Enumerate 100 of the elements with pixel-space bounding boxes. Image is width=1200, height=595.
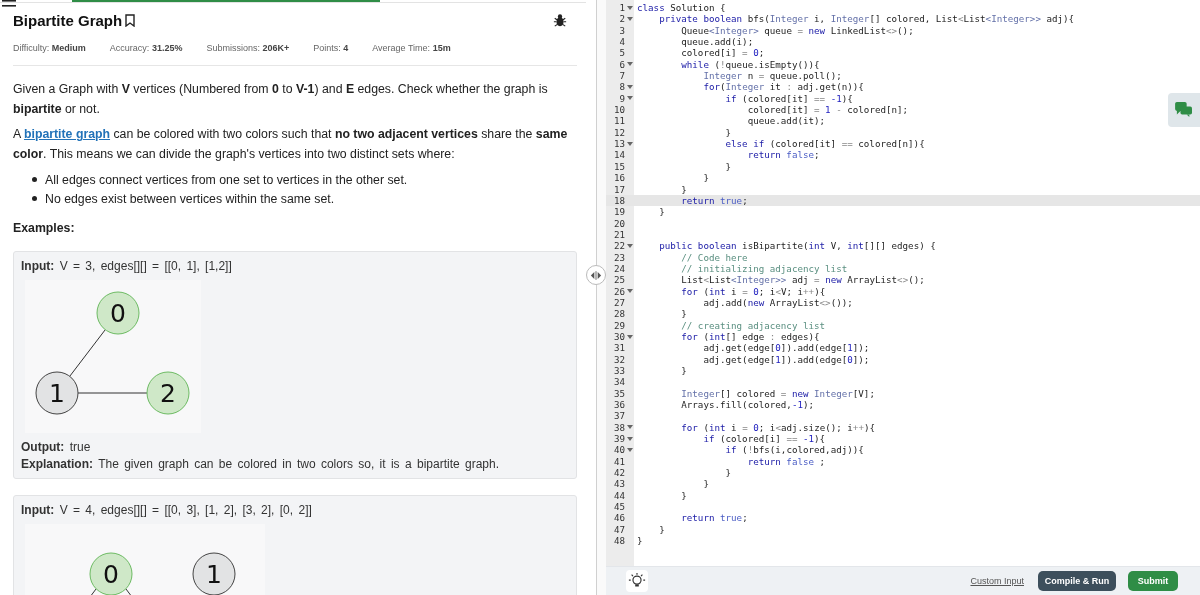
code-line: while (!queue.isEmpty()){ bbox=[680, 58, 820, 71]
code-line: } bbox=[680, 308, 687, 320]
output-text: Output: true bbox=[21, 439, 92, 456]
meta-item: Submissions: 206K+ bbox=[206, 43, 290, 54]
line-number: 45 bbox=[613, 501, 625, 513]
code-line: // initializing adjacency list bbox=[680, 262, 848, 275]
bipartite-graph-link[interactable]: bipartite graph bbox=[23, 127, 111, 141]
line-number: 9 bbox=[619, 92, 625, 105]
code-line: } bbox=[724, 126, 732, 139]
code-line: for (int i = 0; i<V; i++){ bbox=[680, 285, 826, 297]
line-number: 47 bbox=[613, 523, 625, 536]
line-number: 12 bbox=[613, 126, 625, 139]
line-number: 1 bbox=[619, 2, 625, 14]
code-line: } bbox=[702, 478, 709, 490]
code-line: } bbox=[636, 535, 643, 547]
code-line: if (colored[i] == -1){ bbox=[702, 433, 826, 445]
line-number: 38 bbox=[613, 421, 625, 434]
code-line: adj.get(edge[0]).add(edge[1]); bbox=[702, 342, 870, 354]
input-text: Input: V = 4, edges[][] = [[0, 3], [1, 2], [3, 2], [0, 2]] bbox=[21, 502, 313, 519]
code-line: // Code here bbox=[680, 251, 748, 263]
graph-node: 2 bbox=[146, 371, 190, 415]
line-number: 15 bbox=[613, 160, 625, 173]
line-number: 17 bbox=[613, 183, 625, 195]
line-number: 41 bbox=[613, 455, 625, 468]
line-number: 29 bbox=[613, 319, 625, 331]
meta-item: Average Time: 15m bbox=[372, 43, 451, 54]
code-line: queue.add(it); bbox=[746, 115, 826, 127]
graph-node: 0 bbox=[89, 552, 133, 595]
graph-node: 1 bbox=[192, 552, 236, 595]
code-line: adj.add(new ArrayList<>()); bbox=[702, 296, 853, 309]
code-line: class Solution { bbox=[636, 2, 726, 14]
line-number: 33 bbox=[613, 365, 625, 377]
line-number: 6 bbox=[619, 58, 625, 71]
explanation-text: Explanation: The given graph can be colored in two colors so, it is a bipartite graph. bbox=[21, 456, 500, 473]
meta-item: Points: 4 bbox=[313, 43, 349, 54]
line-number: 35 bbox=[613, 387, 625, 400]
line-number: 4 bbox=[619, 36, 625, 48]
code-line: if (!bfs(i,colored,adj)){ bbox=[724, 444, 864, 456]
custom-input-link[interactable]: Custom Input bbox=[970, 576, 1024, 586]
compile-run-button[interactable]: Compile & Run bbox=[1038, 571, 1116, 591]
line-number: 28 bbox=[613, 308, 625, 320]
code-line: return false; bbox=[746, 149, 820, 161]
code-line: } bbox=[680, 489, 687, 502]
code-line: for (int i = 0; i<adj.size(); i++){ bbox=[680, 421, 875, 434]
line-number: 23 bbox=[613, 251, 625, 263]
code-line: for (int[] edge : edges){ bbox=[680, 330, 820, 343]
bullet-text: All edges connect vertices from one set to vertices in the other set. bbox=[45, 171, 408, 188]
line-number: 21 bbox=[613, 228, 625, 241]
code-line: if (colored[it] == -1){ bbox=[724, 92, 853, 105]
line-number: 31 bbox=[613, 342, 625, 354]
graph-node: 1 bbox=[35, 371, 79, 415]
code-line: for(Integer it : adj.get(n)){ bbox=[702, 81, 864, 93]
line-number: 30 bbox=[613, 330, 625, 343]
line-number: 40 bbox=[613, 444, 625, 456]
meta-item: Difficulty: Medium bbox=[13, 43, 86, 54]
line-number: 25 bbox=[613, 274, 625, 286]
line-number: 32 bbox=[613, 353, 625, 365]
code-line: private boolean bfs(Integer i, Integer[] colored, List<List<Integer>> adj){ bbox=[658, 13, 1075, 25]
description-paragraph: Given a Graph with V vertices (Numbered from 0 to V-1) and E edges. Check whether the graph is bipartite or not. bbox=[13, 81, 549, 118]
line-number: 19 bbox=[613, 206, 625, 218]
submit-button[interactable]: Submit bbox=[1128, 571, 1178, 591]
code-line: return true; bbox=[680, 512, 748, 524]
code-line: queue.add(i); bbox=[680, 36, 754, 48]
code-line: Integer[] colored = new Integer[V]; bbox=[680, 387, 875, 400]
line-number: 39 bbox=[613, 433, 625, 445]
code-line: return true; bbox=[680, 194, 748, 207]
examples-heading: Examples: bbox=[13, 220, 76, 236]
code-line: List<List<Integer>> adj = new ArrayList<>(); bbox=[680, 274, 925, 286]
meta-item: Accuracy: 31.25% bbox=[109, 43, 183, 54]
code-line: } bbox=[658, 523, 665, 536]
line-number: 2 bbox=[619, 13, 625, 25]
line-number: 5 bbox=[619, 47, 625, 59]
graph-node: 0 bbox=[96, 291, 140, 335]
line-number: 27 bbox=[613, 296, 625, 309]
line-number: 48 bbox=[613, 535, 625, 547]
code-line: } bbox=[680, 183, 687, 195]
code-line: } bbox=[724, 467, 732, 479]
code-line: colored[it] = 1 - colored[n]; bbox=[746, 104, 909, 116]
line-number: 37 bbox=[613, 410, 625, 422]
line-number: 11 bbox=[613, 115, 625, 127]
code-line: colored[i] = 0; bbox=[680, 47, 765, 59]
line-number: 8 bbox=[619, 81, 625, 93]
line-number: 43 bbox=[613, 478, 625, 490]
input-text: Input: V = 3, edges[][] = [[0, 1], [1,2]] bbox=[21, 258, 233, 275]
code-line: } bbox=[680, 365, 687, 377]
line-number: 36 bbox=[613, 399, 625, 411]
code-line: } bbox=[702, 172, 709, 184]
code-line: } bbox=[724, 160, 732, 173]
line-number: 22 bbox=[613, 240, 625, 252]
line-number: 3 bbox=[619, 24, 625, 37]
code-line: public boolean isBipartite(int V, int[][] edges) { bbox=[658, 240, 936, 252]
line-number: 44 bbox=[613, 489, 625, 502]
code-line: Integer n = queue.poll(); bbox=[702, 70, 842, 82]
line-number: 10 bbox=[613, 104, 625, 116]
line-number: 42 bbox=[613, 467, 625, 479]
line-number: 18 bbox=[613, 194, 625, 207]
line-number: 46 bbox=[613, 512, 625, 524]
line-number: 26 bbox=[613, 285, 625, 297]
line-number: 20 bbox=[613, 217, 625, 229]
description-paragraph: A bipartite graph can be colored with two colors such that no two adjacent vertices share the same color. This means we can divide the graph's vertices into two distinct sets where: bbox=[13, 126, 569, 163]
